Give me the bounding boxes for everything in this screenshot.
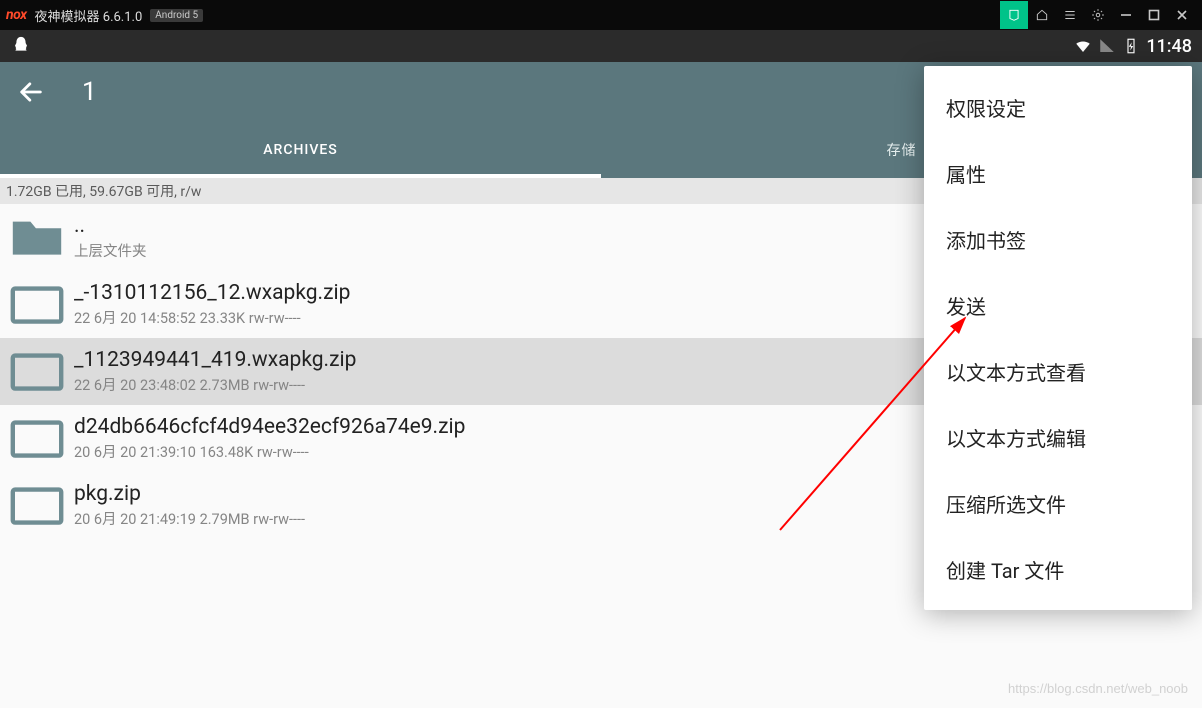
file-name: _-1310112156_12.wxapkg.zip xyxy=(74,281,350,305)
close-button[interactable] xyxy=(1168,1,1196,29)
context-menu: 权限设定 属性 添加书签 发送 以文本方式查看 以文本方式编辑 压缩所选文件 创… xyxy=(924,66,1192,610)
file-meta: 20 6月 20 21:39:10163.48Krw-rw---- xyxy=(74,441,465,462)
file-name: pkg.zip xyxy=(74,482,305,506)
store-button[interactable] xyxy=(1000,1,1028,29)
menu-bookmark[interactable]: 添加书签 xyxy=(924,206,1192,272)
file-meta: 22 6月 20 23:48:022.73MBrw-rw---- xyxy=(74,374,356,395)
tab-archives[interactable]: ARCHIVES xyxy=(0,122,601,178)
file-meta: 22 6月 20 14:58:5223.33Krw-rw---- xyxy=(74,307,350,328)
settings-button[interactable] xyxy=(1084,1,1112,29)
signal-icon xyxy=(1098,37,1116,55)
nox-logo: nox xyxy=(6,7,27,23)
menu-edit-text[interactable]: 以文本方式编辑 xyxy=(924,404,1192,470)
menu-send[interactable]: 发送 xyxy=(924,272,1192,338)
minimize-button[interactable] xyxy=(1112,1,1140,29)
arrow-left-icon xyxy=(17,78,45,106)
android-badge: Android 5 xyxy=(150,9,203,22)
tab-archives-label: ARCHIVES xyxy=(263,142,338,158)
folder-icon xyxy=(10,215,64,259)
maximize-button[interactable] xyxy=(1140,1,1168,29)
clock: 11:48 xyxy=(1146,36,1192,57)
menu-lines-button[interactable] xyxy=(1056,1,1084,29)
menu-compress[interactable]: 压缩所选文件 xyxy=(924,470,1192,536)
watermark: https://blog.csdn.net/web_noob xyxy=(1008,681,1188,696)
home-button[interactable] xyxy=(1028,1,1056,29)
qq-penguin-icon xyxy=(10,35,32,57)
file-meta: 上层文件夹 xyxy=(74,240,147,261)
nox-title: 夜神模拟器 6.6.1.0 xyxy=(35,6,143,25)
back-button[interactable] xyxy=(14,75,48,109)
file-meta: 20 6月 20 21:49:192.79MBrw-rw---- xyxy=(74,508,305,529)
nox-titlebar: nox 夜神模拟器 6.6.1.0 Android 5 xyxy=(0,0,1202,30)
wifi-icon xyxy=(1074,37,1092,55)
menu-view-text[interactable]: 以文本方式查看 xyxy=(924,338,1192,404)
android-status-bar: 11:48 xyxy=(0,30,1202,62)
menu-permissions[interactable]: 权限设定 xyxy=(924,74,1192,140)
page-title: 1 xyxy=(82,77,97,107)
file-icon xyxy=(10,416,64,460)
file-name: .. xyxy=(74,214,147,238)
file-icon xyxy=(10,483,64,527)
file-icon xyxy=(10,282,64,326)
menu-tar[interactable]: 创建 Tar 文件 xyxy=(924,536,1192,602)
battery-charging-icon xyxy=(1122,37,1140,55)
file-icon xyxy=(10,349,64,393)
menu-properties[interactable]: 属性 xyxy=(924,140,1192,206)
file-name: d24db6646cfcf4d94ee32ecf926a74e9.zip xyxy=(74,415,465,439)
file-name: _1123949441_419.wxapkg.zip xyxy=(74,348,356,372)
tab-storage-label: 存储 xyxy=(887,140,917,160)
